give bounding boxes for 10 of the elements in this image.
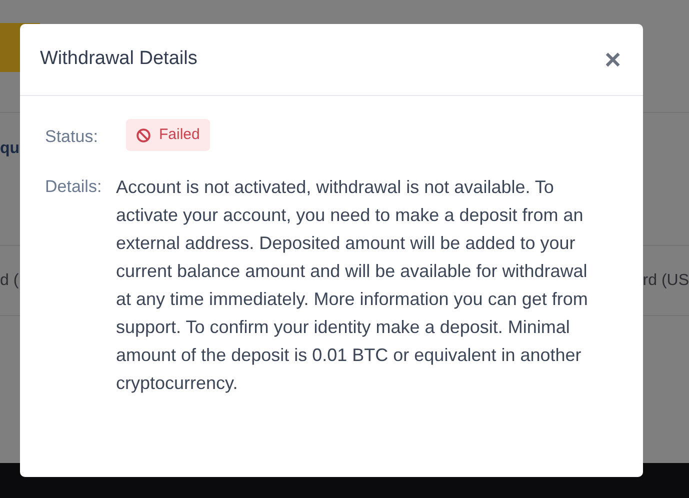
table-cell-text: d ( xyxy=(0,270,19,290)
page-heading: qu xyxy=(0,139,20,159)
ban-icon xyxy=(136,128,151,142)
field-label: Status: xyxy=(45,126,99,148)
details-text: Account is not activated, withdrawal is not available. To activate your account, you need to make a deposit from an external address. Deposited amount will be added to your current balance amount and will be available for withdrawal at any time immediately. More information you can get from support. To confirm your identity make a deposit. Minimal amount of the deposit is 0.01 BTC or equivalent in another cryptocurrency. xyxy=(116,176,589,395)
table-cell-text: rd (US xyxy=(642,270,689,290)
field-label: Details: xyxy=(45,176,103,198)
close-button[interactable]: × xyxy=(602,46,623,74)
status-badge: Failed xyxy=(126,119,210,151)
dialog-title: Withdrawal Details xyxy=(40,47,198,72)
